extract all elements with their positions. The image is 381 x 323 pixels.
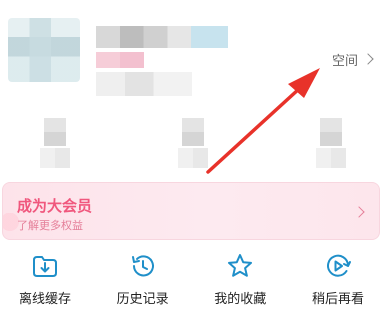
shortcut-label: 历史记录: [116, 292, 169, 307]
profile-subtitle-blurred: [96, 72, 192, 96]
space-link[interactable]: 空间: [332, 50, 374, 69]
shortcut-watch-later[interactable]: 稍后再看: [305, 252, 371, 312]
vip-banner[interactable]: 成为大会员 了解更多权益: [2, 182, 380, 240]
stat-item-blurred[interactable]: [40, 118, 70, 168]
level-badge-blurred: [96, 52, 144, 68]
stat-item-blurred[interactable]: [316, 118, 346, 168]
shortcut-label: 离线缓存: [18, 292, 71, 307]
shortcut-label: 我的收藏: [214, 292, 267, 307]
stat-item-blurred[interactable]: [178, 118, 208, 168]
shortcut-row: 离线缓存 历史记录 我的收藏 稍后再看: [0, 252, 381, 312]
shortcut-favorites[interactable]: 我的收藏: [207, 252, 273, 312]
chevron-right-icon: [353, 206, 365, 218]
watch-later-icon: [327, 254, 351, 277]
shortcut-history[interactable]: 历史记录: [110, 252, 176, 312]
vip-subtitle: 了解更多权益: [17, 219, 83, 232]
download-folder-icon: [33, 256, 57, 277]
chevron-right-icon: [362, 53, 374, 65]
star-icon: [228, 254, 253, 277]
shortcut-label: 稍后再看: [311, 292, 364, 307]
vip-title: 成为大会员: [17, 197, 93, 215]
shortcut-offline-cache[interactable]: 离线缓存: [12, 252, 78, 312]
username-blurred: [96, 26, 228, 48]
avatar[interactable]: [8, 18, 80, 82]
history-clock-icon: [131, 255, 154, 277]
space-link-label: 空间: [332, 53, 359, 69]
